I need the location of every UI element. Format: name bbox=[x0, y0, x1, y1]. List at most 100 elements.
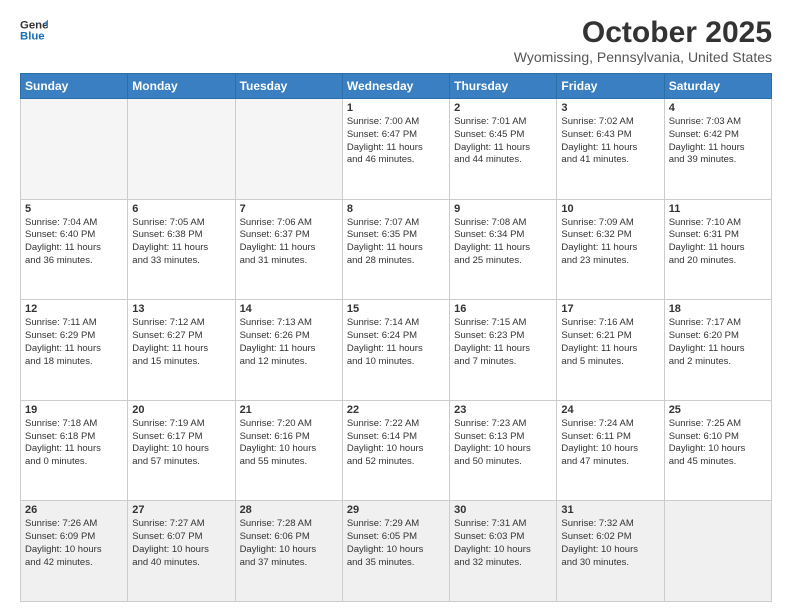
day-number: 15 bbox=[347, 303, 445, 315]
day-info: Sunrise: 7:27 AM Sunset: 6:07 PM Dayligh… bbox=[132, 518, 230, 569]
day-cell: 10Sunrise: 7:09 AM Sunset: 6:32 PM Dayli… bbox=[557, 199, 664, 300]
day-cell: 1Sunrise: 7:00 AM Sunset: 6:47 PM Daylig… bbox=[342, 99, 449, 200]
logo-icon: General Blue bbox=[20, 16, 48, 44]
day-info: Sunrise: 7:10 AM Sunset: 6:31 PM Dayligh… bbox=[669, 217, 767, 268]
day-cell: 4 Sunrise: 7:03 AM Sunset: 6:42 PM Daylig… bbox=[664, 99, 771, 200]
day-info: Sunrise: 7:24 AM Sunset: 6:11 PM Dayligh… bbox=[561, 418, 659, 469]
day-cell: 22 Sunrise: 7:22 AM Sunset: 6:14 PM Dayli… bbox=[342, 400, 449, 501]
day-number: 18 bbox=[669, 303, 767, 315]
day-info: Sunrise: 7:04 AM Sunset: 6:40 PM Dayligh… bbox=[25, 217, 123, 268]
header: General Blue October 2025 Wyomissing, Pe… bbox=[20, 16, 772, 65]
subtitle: Wyomissing, Pennsylvania, United States bbox=[514, 49, 772, 65]
day-info: Sunrise: 7:11 AM Sunset: 6:29 PM Dayligh… bbox=[25, 317, 123, 368]
day-info: Sunrise: 7:03 AM Sunset: 6:42 PM Dayligh… bbox=[669, 116, 767, 167]
day-cell: 12 Sunrise: 7:11 AM Sunset: 6:29 PM Dayli… bbox=[21, 300, 128, 401]
day-cell: 23 Sunrise: 7:23 AM Sunset: 6:13 PM Dayli… bbox=[450, 400, 557, 501]
week-row-1: 1Sunrise: 7:00 AM Sunset: 6:47 PM Daylig… bbox=[21, 99, 772, 200]
day-cell bbox=[664, 501, 771, 602]
header-tuesday: Tuesday bbox=[235, 74, 342, 99]
day-cell: 19 Sunrise: 7:18 AM Sunset: 6:18 PM Dayli… bbox=[21, 400, 128, 501]
day-info: Sunrise: 7:29 AM Sunset: 6:05 PM Dayligh… bbox=[347, 518, 445, 569]
day-number: 4 bbox=[669, 102, 767, 114]
day-number: 6 bbox=[132, 203, 230, 215]
day-info: Sunrise: 7:15 AM Sunset: 6:23 PM Dayligh… bbox=[454, 317, 552, 368]
day-cell: 2 Sunrise: 7:01 AM Sunset: 6:45 PM Daylig… bbox=[450, 99, 557, 200]
day-number: 16 bbox=[454, 303, 552, 315]
day-number: 11 bbox=[669, 203, 767, 215]
day-info: Sunrise: 7:31 AM Sunset: 6:03 PM Dayligh… bbox=[454, 518, 552, 569]
day-cell: 31Sunrise: 7:32 AM Sunset: 6:02 PM Dayli… bbox=[557, 501, 664, 602]
day-cell: 8 Sunrise: 7:07 AM Sunset: 6:35 PM Daylig… bbox=[342, 199, 449, 300]
day-number: 2 bbox=[454, 102, 552, 114]
day-cell: 13Sunrise: 7:12 AM Sunset: 6:27 PM Dayli… bbox=[128, 300, 235, 401]
day-cell: 7 Sunrise: 7:06 AM Sunset: 6:37 PM Daylig… bbox=[235, 199, 342, 300]
day-number: 12 bbox=[25, 303, 123, 315]
day-cell bbox=[235, 99, 342, 200]
day-number: 30 bbox=[454, 504, 552, 516]
day-cell: 9 Sunrise: 7:08 AM Sunset: 6:34 PM Daylig… bbox=[450, 199, 557, 300]
day-number: 27 bbox=[132, 504, 230, 516]
day-cell: 14 Sunrise: 7:13 AM Sunset: 6:26 PM Dayli… bbox=[235, 300, 342, 401]
day-info: Sunrise: 7:08 AM Sunset: 6:34 PM Dayligh… bbox=[454, 217, 552, 268]
day-cell: 25Sunrise: 7:25 AM Sunset: 6:10 PM Dayli… bbox=[664, 400, 771, 501]
logo: General Blue bbox=[20, 16, 48, 44]
day-number: 24 bbox=[561, 404, 659, 416]
week-row-5: 26Sunrise: 7:26 AM Sunset: 6:09 PM Dayli… bbox=[21, 501, 772, 602]
svg-text:Blue: Blue bbox=[20, 31, 45, 43]
day-info: Sunrise: 7:01 AM Sunset: 6:45 PM Dayligh… bbox=[454, 116, 552, 167]
day-info: Sunrise: 7:05 AM Sunset: 6:38 PM Dayligh… bbox=[132, 217, 230, 268]
day-info: Sunrise: 7:07 AM Sunset: 6:35 PM Dayligh… bbox=[347, 217, 445, 268]
day-cell: 17Sunrise: 7:16 AM Sunset: 6:21 PM Dayli… bbox=[557, 300, 664, 401]
header-sunday: Sunday bbox=[21, 74, 128, 99]
day-info: Sunrise: 7:22 AM Sunset: 6:14 PM Dayligh… bbox=[347, 418, 445, 469]
week-row-2: 5 Sunrise: 7:04 AM Sunset: 6:40 PM Daylig… bbox=[21, 199, 772, 300]
day-info: Sunrise: 7:18 AM Sunset: 6:18 PM Dayligh… bbox=[25, 418, 123, 469]
day-number: 8 bbox=[347, 203, 445, 215]
header-thursday: Thursday bbox=[450, 74, 557, 99]
day-number: 5 bbox=[25, 203, 123, 215]
calendar-header: Sunday Monday Tuesday Wednesday Thursday… bbox=[21, 74, 772, 99]
day-number: 28 bbox=[240, 504, 338, 516]
day-cell: 20Sunrise: 7:19 AM Sunset: 6:17 PM Dayli… bbox=[128, 400, 235, 501]
day-cell: 11 Sunrise: 7:10 AM Sunset: 6:31 PM Dayli… bbox=[664, 199, 771, 300]
weekday-header-row: Sunday Monday Tuesday Wednesday Thursday… bbox=[21, 74, 772, 99]
day-number: 21 bbox=[240, 404, 338, 416]
day-cell: 27 Sunrise: 7:27 AM Sunset: 6:07 PM Dayli… bbox=[128, 501, 235, 602]
day-info: Sunrise: 7:02 AM Sunset: 6:43 PM Dayligh… bbox=[561, 116, 659, 167]
page: General Blue October 2025 Wyomissing, Pe… bbox=[0, 0, 792, 612]
day-cell: 30 Sunrise: 7:31 AM Sunset: 6:03 PM Dayli… bbox=[450, 501, 557, 602]
day-cell bbox=[128, 99, 235, 200]
calendar-body: 1Sunrise: 7:00 AM Sunset: 6:47 PM Daylig… bbox=[21, 99, 772, 602]
day-number: 22 bbox=[347, 404, 445, 416]
day-number: 19 bbox=[25, 404, 123, 416]
title-block: October 2025 Wyomissing, Pennsylvania, U… bbox=[514, 16, 772, 65]
day-number: 20 bbox=[132, 404, 230, 416]
day-info: Sunrise: 7:23 AM Sunset: 6:13 PM Dayligh… bbox=[454, 418, 552, 469]
day-info: Sunrise: 7:14 AM Sunset: 6:24 PM Dayligh… bbox=[347, 317, 445, 368]
day-number: 26 bbox=[25, 504, 123, 516]
day-cell: 29Sunrise: 7:29 AM Sunset: 6:05 PM Dayli… bbox=[342, 501, 449, 602]
header-monday: Monday bbox=[128, 74, 235, 99]
day-number: 31 bbox=[561, 504, 659, 516]
header-friday: Friday bbox=[557, 74, 664, 99]
day-number: 14 bbox=[240, 303, 338, 315]
day-number: 13 bbox=[132, 303, 230, 315]
day-cell: 24 Sunrise: 7:24 AM Sunset: 6:11 PM Dayli… bbox=[557, 400, 664, 501]
header-wednesday: Wednesday bbox=[342, 74, 449, 99]
day-cell: 3Sunrise: 7:02 AM Sunset: 6:43 PM Daylig… bbox=[557, 99, 664, 200]
header-saturday: Saturday bbox=[664, 74, 771, 99]
day-info: Sunrise: 7:17 AM Sunset: 6:20 PM Dayligh… bbox=[669, 317, 767, 368]
day-info: Sunrise: 7:25 AM Sunset: 6:10 PM Dayligh… bbox=[669, 418, 767, 469]
day-number: 1 bbox=[347, 102, 445, 114]
day-number: 7 bbox=[240, 203, 338, 215]
day-info: Sunrise: 7:13 AM Sunset: 6:26 PM Dayligh… bbox=[240, 317, 338, 368]
calendar-table: Sunday Monday Tuesday Wednesday Thursday… bbox=[20, 73, 772, 602]
week-row-4: 19 Sunrise: 7:18 AM Sunset: 6:18 PM Dayli… bbox=[21, 400, 772, 501]
day-cell: 21Sunrise: 7:20 AM Sunset: 6:16 PM Dayli… bbox=[235, 400, 342, 501]
day-info: Sunrise: 7:06 AM Sunset: 6:37 PM Dayligh… bbox=[240, 217, 338, 268]
svg-text:General: General bbox=[20, 19, 48, 31]
day-number: 9 bbox=[454, 203, 552, 215]
day-cell: 6 Sunrise: 7:05 AM Sunset: 6:38 PM Daylig… bbox=[128, 199, 235, 300]
day-number: 23 bbox=[454, 404, 552, 416]
day-info: Sunrise: 7:16 AM Sunset: 6:21 PM Dayligh… bbox=[561, 317, 659, 368]
